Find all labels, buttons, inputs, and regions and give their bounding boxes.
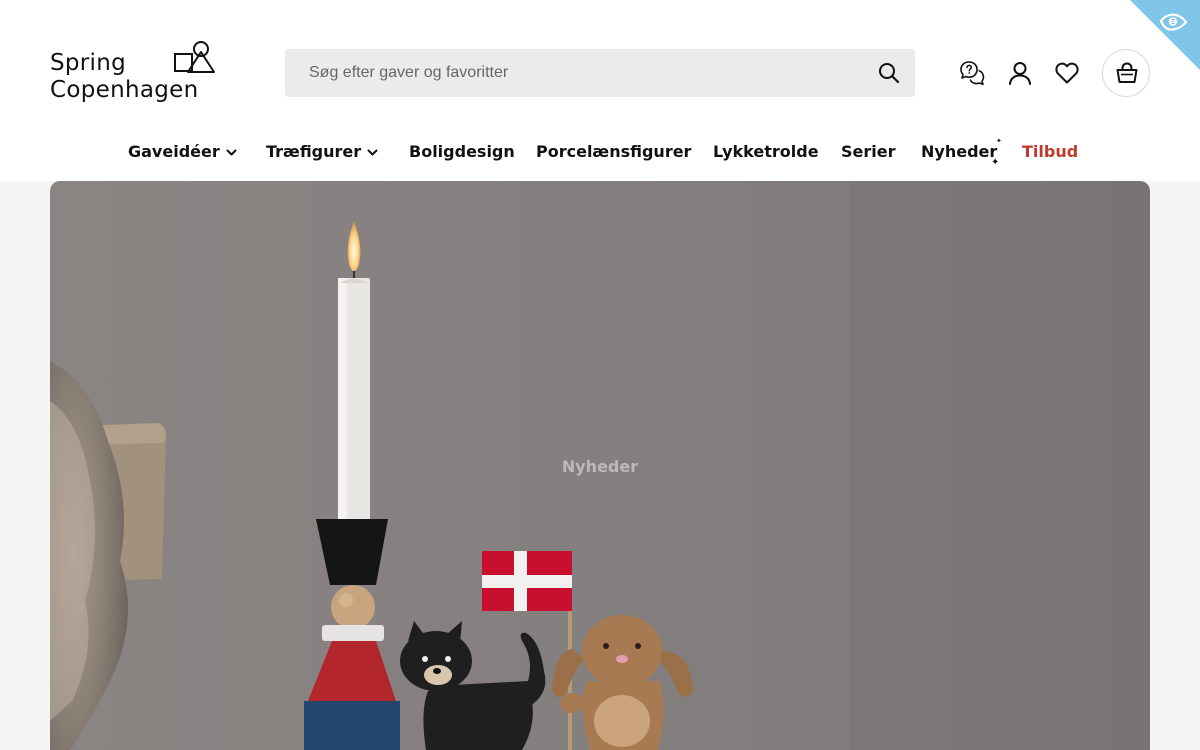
site-header: Spring Copenhagen Søg efter gaver og fav… [0, 0, 1200, 181]
nav-item-porcelaensfigurer[interactable]: Porcelænsfigurer [536, 138, 691, 166]
nav-item-traefigurer[interactable]: Træfigurer [266, 138, 378, 166]
chevron-down-icon [226, 149, 237, 155]
search-input[interactable] [285, 49, 855, 97]
search-icon[interactable] [877, 61, 901, 85]
nav-item-label: Lykketrolde [713, 142, 819, 161]
nav-item-label: Serier [841, 142, 896, 161]
nav-item-boligdesign[interactable]: Boligdesign [409, 138, 515, 166]
nav-item-gaveideer[interactable]: Gaveidéer [128, 138, 237, 166]
heart-icon[interactable] [1054, 60, 1080, 86]
nav-item-tilbud[interactable]: Tilbud [1022, 138, 1078, 166]
nav-item-label: Gaveidéer [128, 142, 220, 161]
nav-item-lykketrolde[interactable]: Lykketrolde [713, 138, 819, 166]
chat-help-icon[interactable] [959, 60, 985, 86]
nav-item-label: Boligdesign [409, 142, 515, 161]
main-navigation: Gaveidéer Træfigurer Boligdesign Porcelæ… [0, 138, 1200, 168]
nav-item-label: Porcelænsfigurer [536, 142, 692, 161]
brand-mark-icon [174, 41, 215, 73]
accessibility-eye-icon[interactable] [1130, 0, 1200, 70]
search-bar [285, 49, 915, 97]
nav-item-label: Tilbud [1022, 142, 1079, 161]
sparkle-icon: ✦ [996, 138, 1002, 145]
hero-label[interactable]: Nyheder [50, 457, 1150, 476]
nav-item-label: Nyheder [921, 142, 998, 161]
hero-banner[interactable]: Nyheder [50, 181, 1150, 750]
nav-item-label: Træfigurer [266, 142, 362, 161]
nav-item-serier[interactable]: Serier [841, 138, 896, 166]
chevron-down-icon [367, 149, 378, 155]
nav-item-nyheder[interactable]: Nyheder [921, 138, 997, 166]
brand-name-line2: Copenhagen [50, 77, 199, 103]
sparkle-icon: ✦ [991, 157, 1000, 168]
user-icon[interactable] [1007, 60, 1033, 86]
brand-logo[interactable]: Spring Copenhagen [50, 40, 220, 106]
